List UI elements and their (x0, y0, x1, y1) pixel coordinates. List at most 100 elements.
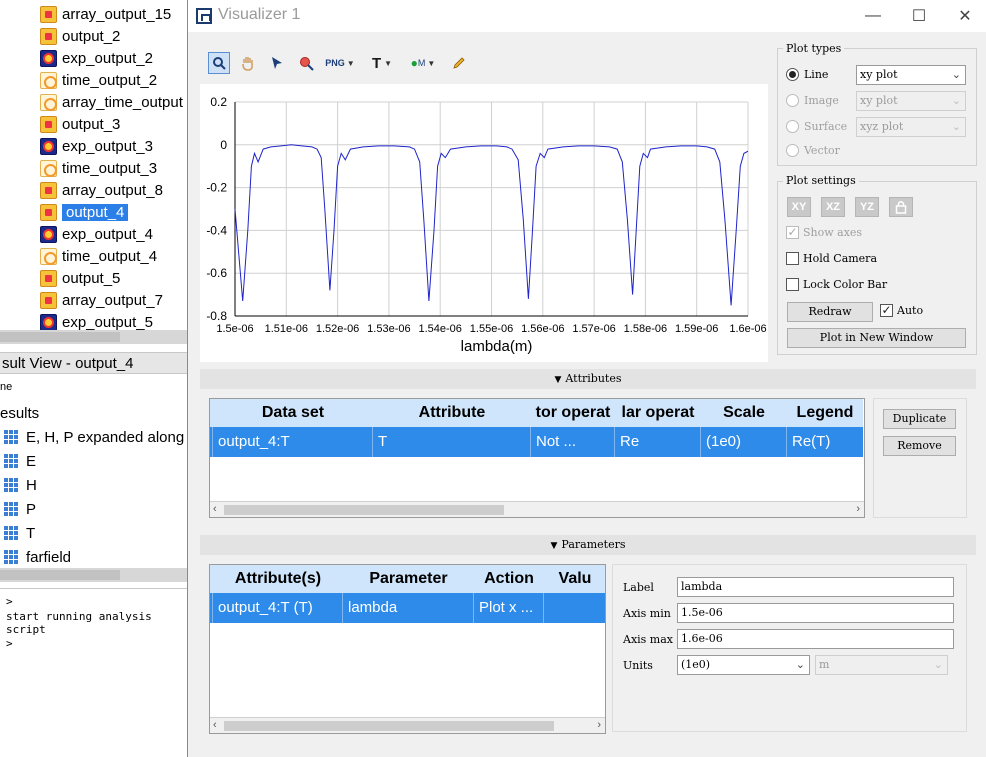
surface-plot-select[interactable]: xyz plot ⌄ (856, 117, 966, 137)
results-horizontal-scrollbar[interactable] (0, 568, 188, 582)
tree-item[interactable]: output_2 (40, 25, 120, 47)
surface-radio[interactable] (786, 120, 799, 133)
line-radio[interactable] (786, 68, 799, 81)
tree-item[interactable]: exp_output_3 (40, 135, 153, 157)
plot-types-title: Plot types (783, 42, 845, 55)
result-item[interactable]: P (4, 498, 36, 520)
tree-item[interactable]: time_output_3 (40, 157, 157, 179)
units-scale-select[interactable]: (1e0) ⌄ (677, 655, 810, 675)
lock-view-button[interactable] (889, 197, 913, 217)
cell-attribute[interactable]: T (373, 427, 531, 457)
zoom-region-tool-button[interactable] (295, 52, 317, 74)
cell-legend[interactable]: Re(T) (787, 427, 863, 457)
tree-item[interactable]: time_output_4 (40, 245, 157, 267)
col-scalar-operation[interactable]: lar operat (615, 399, 701, 427)
scroll-right-icon[interactable]: › (856, 502, 860, 517)
scroll-left-icon[interactable]: ‹ (213, 502, 217, 517)
result-item[interactable]: T (4, 522, 35, 544)
scrollbar-thumb[interactable] (224, 505, 504, 515)
parameters-section-toggle[interactable]: ▼ Parameters (200, 535, 976, 555)
units-unit-value: m (819, 658, 830, 671)
line-chart[interactable]: 1.5e-06 1.51e-06 1.52e-06 1.53e-06 1.54e-06 1… (200, 84, 768, 362)
minimize-button[interactable]: — (850, 4, 896, 28)
result-item[interactable]: H (4, 474, 37, 496)
lock-color-bar-checkbox[interactable] (786, 278, 799, 291)
col-vector-operation[interactable]: tor operat (531, 399, 615, 427)
col-legend[interactable]: Legend (787, 399, 863, 427)
parameters-table-scrollbar[interactable]: ‹ › (210, 717, 605, 733)
col-parameter[interactable]: Parameter (343, 565, 474, 593)
image-plot-select[interactable]: xy plot ⌄ (856, 91, 966, 111)
tree-item[interactable]: array_output_7 (40, 289, 163, 311)
cell-vector-operation[interactable]: Not ... (531, 427, 615, 457)
parameters-table[interactable]: Attribute(s) Parameter Action Valu outpu… (209, 564, 606, 734)
tree-item[interactable]: output_3 (40, 113, 120, 135)
xy-view-button[interactable]: XY (787, 197, 811, 217)
marker-icon: ● (410, 56, 418, 70)
table-row[interactable]: output_4:T (T) lambda Plot x ... (210, 593, 605, 623)
vector-radio[interactable] (786, 144, 799, 157)
attributes-table-scrollbar[interactable]: ‹ › (210, 501, 864, 517)
script-console[interactable]: > start running analysis script > (0, 588, 188, 757)
tree-item[interactable]: output_4 (40, 201, 129, 223)
result-item[interactable]: E (4, 450, 36, 472)
axis-min-input[interactable]: 1.5e-06 (677, 603, 954, 623)
scroll-left-icon[interactable]: ‹ (213, 718, 217, 733)
tree-item[interactable]: exp_output_2 (40, 47, 153, 69)
image-radio[interactable] (786, 94, 799, 107)
cell-action[interactable]: Plot x ... (474, 593, 544, 623)
tree-item[interactable]: exp_output_4 (40, 223, 153, 245)
matrix-icon (4, 550, 18, 564)
col-data-set[interactable]: Data set (213, 399, 373, 427)
remove-button[interactable]: Remove (883, 436, 956, 456)
col-attribute[interactable]: Attribute (373, 399, 531, 427)
col-scale[interactable]: Scale (701, 399, 787, 427)
cell-attributes[interactable]: output_4:T (T) (213, 593, 343, 623)
tree-item[interactable]: array_time_output (40, 91, 183, 113)
tree-item[interactable]: array_output_8 (40, 179, 163, 201)
attributes-table[interactable]: Data set Attribute tor operat lar operat… (209, 398, 865, 518)
select-tool-button[interactable] (266, 52, 288, 74)
auto-checkbox[interactable]: ✓ (880, 304, 893, 317)
yz-view-button[interactable]: YZ (855, 197, 879, 217)
scroll-right-icon[interactable]: › (597, 718, 601, 733)
marker-tool-button[interactable]: ● M ▼ (407, 52, 439, 74)
cell-value[interactable] (544, 593, 605, 623)
hold-camera-checkbox[interactable] (786, 252, 799, 265)
label-input[interactable]: lambda (677, 577, 954, 597)
tree-item[interactable]: time_output_2 (40, 69, 157, 91)
col-attributes[interactable]: Attribute(s) (213, 565, 343, 593)
cell-scale[interactable]: (1e0) (701, 427, 787, 457)
plot-new-window-button[interactable]: Plot in New Window (787, 328, 966, 348)
maximize-button[interactable]: ☐ (896, 4, 942, 28)
cell-scalar-operation[interactable]: Re (615, 427, 701, 457)
pencil-tool-button[interactable] (448, 52, 470, 74)
close-button[interactable]: ✕ (942, 4, 986, 28)
duplicate-button[interactable]: Duplicate (883, 409, 956, 429)
tree-horizontal-scrollbar[interactable] (0, 330, 188, 344)
title-bar[interactable]: Visualizer 1 — ☐ ✕ (188, 0, 986, 32)
result-item[interactable]: farfield (4, 546, 71, 568)
scrollbar-thumb[interactable] (224, 721, 554, 731)
result-item[interactable]: E, H, P expanded along (4, 426, 184, 448)
cell-data-set[interactable]: output_4:T (213, 427, 373, 457)
zoom-tool-button[interactable] (208, 52, 230, 74)
tree-item[interactable]: output_5 (40, 267, 120, 289)
attributes-section-toggle[interactable]: ▼ Attributes (200, 369, 976, 389)
tree-item[interactable]: array_output_15 (40, 3, 171, 25)
axis-max-input[interactable]: 1.6e-06 (677, 629, 954, 649)
col-value[interactable]: Valu (544, 565, 605, 593)
redraw-button[interactable]: Redraw (787, 302, 873, 322)
text-tool-button[interactable]: T ▼ (366, 52, 398, 74)
pan-tool-button[interactable] (237, 52, 259, 74)
col-action[interactable]: Action (474, 565, 544, 593)
cell-parameter[interactable]: lambda (343, 593, 474, 623)
units-unit-select[interactable]: m ⌄ (815, 655, 948, 675)
xz-view-button[interactable]: XZ (821, 197, 845, 217)
tree-item-label: array_output_7 (62, 291, 163, 309)
table-row[interactable]: output_4:T T Not ... Re (1e0) Re(T) (210, 427, 863, 457)
plot-area[interactable]: 1.5e-06 1.51e-06 1.52e-06 1.53e-06 1.54e-06 1… (200, 84, 768, 362)
export-png-button[interactable]: PNG ▼ (324, 52, 356, 74)
line-plot-select[interactable]: xy plot ⌄ (856, 65, 966, 85)
show-axes-checkbox[interactable]: ✓ (786, 226, 799, 239)
